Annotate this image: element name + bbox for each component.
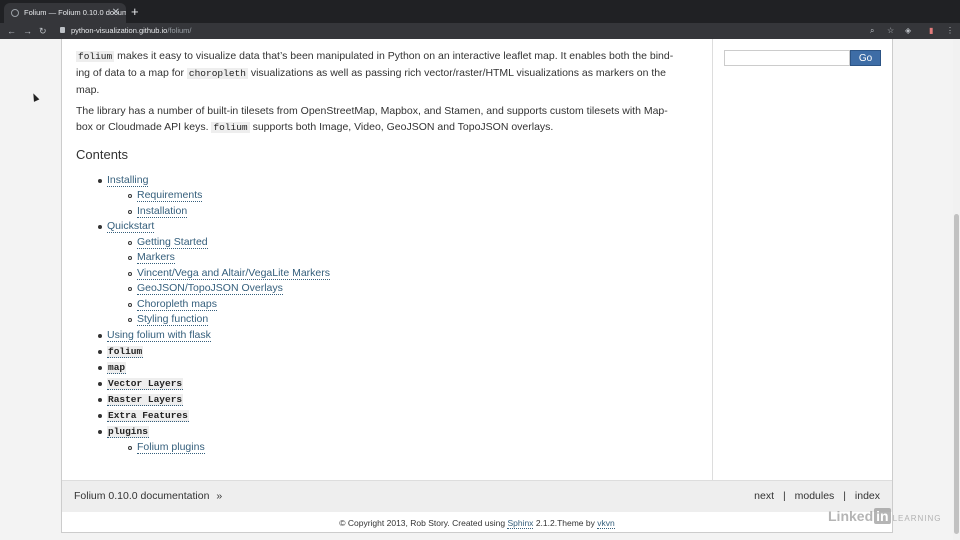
bullet-icon bbox=[98, 225, 102, 229]
intro-text: map. bbox=[76, 84, 100, 96]
url-host: python-visualization.github.io bbox=[71, 26, 168, 35]
breadcrumb-arrow: » bbox=[216, 490, 223, 502]
related-bar: Folium 0.10.0 documentation » next | mod… bbox=[62, 480, 892, 512]
page-footer: © Copyright 2013, Rob Story. Created usi… bbox=[61, 513, 893, 533]
new-tab-icon[interactable]: + bbox=[131, 3, 139, 21]
circle-bullet-icon bbox=[128, 210, 132, 214]
intro-text: The library has a number of built-in til… bbox=[76, 105, 668, 117]
mouse-cursor-icon bbox=[30, 92, 40, 102]
zoom-icon[interactable]: ⌕ bbox=[870, 23, 874, 39]
bullet-icon bbox=[98, 179, 102, 183]
intro-text: supports both Image, Video, GeoJSON and … bbox=[252, 121, 554, 133]
index-link[interactable]: index bbox=[855, 490, 880, 502]
extension-shield-icon[interactable]: ◈ bbox=[905, 23, 911, 39]
intro-paragraph-1: folium makes it easy to visualize data t… bbox=[76, 48, 676, 98]
toc-link[interactable]: GeoJSON/TopoJSON Overlays bbox=[137, 281, 283, 295]
go-button[interactable]: Go bbox=[850, 50, 881, 66]
sidebar-divider bbox=[712, 39, 713, 480]
circle-bullet-icon bbox=[128, 241, 132, 245]
document-page: Go folium makes it easy to visualize dat… bbox=[61, 39, 893, 520]
toc-link[interactable]: map bbox=[107, 360, 127, 375]
forward-icon[interactable]: → bbox=[23, 23, 32, 39]
reload-icon[interactable]: ↻ bbox=[39, 23, 47, 39]
close-icon[interactable]: ✕ bbox=[112, 3, 120, 23]
toc-link[interactable]: Choropleth maps bbox=[137, 297, 217, 311]
toc-link[interactable]: Extra Features bbox=[107, 408, 189, 423]
toc-link[interactable]: Vincent/Vega and Altair/VegaLite Markers bbox=[137, 266, 331, 280]
browser-toolbar: ← → ↻ python-visualization.github.io/fol… bbox=[0, 23, 960, 39]
circle-bullet-icon bbox=[128, 446, 132, 450]
toc-link[interactable]: Raster Layers bbox=[107, 392, 184, 407]
intro-text: visualizations as well as passing rich v… bbox=[250, 67, 666, 79]
bullet-icon bbox=[98, 430, 102, 434]
relbar-nav: next | modules | index bbox=[754, 490, 880, 502]
scroll-thumb[interactable] bbox=[954, 214, 959, 534]
scrollbar[interactable] bbox=[953, 39, 960, 540]
bullet-icon bbox=[98, 366, 102, 370]
bullet-icon bbox=[98, 350, 102, 354]
circle-bullet-icon bbox=[128, 287, 132, 291]
vkvn-link[interactable]: vkvn bbox=[597, 518, 615, 529]
circle-bullet-icon bbox=[128, 303, 132, 307]
footer-text: © Copyright 2013, Rob Story. Created usi… bbox=[339, 518, 506, 528]
modules-link[interactable]: modules bbox=[795, 490, 835, 502]
toc-link[interactable]: Using folium with flask bbox=[107, 328, 211, 342]
bullet-icon bbox=[98, 334, 102, 338]
intro-text: makes it easy to visualize data that’s b… bbox=[117, 50, 674, 62]
breadcrumb: Folium 0.10.0 documentation » bbox=[74, 490, 222, 502]
separator: | bbox=[782, 490, 786, 502]
circle-bullet-icon bbox=[128, 318, 132, 322]
separator: | bbox=[843, 490, 846, 502]
toc-link[interactable]: Folium plugins bbox=[137, 440, 205, 454]
page-viewport: Go folium makes it easy to visualize dat… bbox=[0, 39, 960, 540]
code-choropleth: choropleth bbox=[186, 68, 248, 79]
menu-kebab-icon[interactable]: ⋮ bbox=[946, 23, 954, 39]
extension-icon[interactable]: ▮ bbox=[929, 23, 933, 39]
toc-link[interactable]: folium bbox=[107, 344, 144, 359]
search-input[interactable] bbox=[724, 50, 850, 66]
lock-icon bbox=[60, 27, 65, 33]
contents-heading: Contents bbox=[76, 147, 129, 162]
bookmark-star-icon[interactable]: ☆ bbox=[887, 23, 894, 39]
back-icon[interactable]: ← bbox=[7, 23, 16, 39]
toc-link[interactable]: Requirements bbox=[137, 188, 203, 202]
code-folium: folium bbox=[211, 122, 250, 133]
circle-bullet-icon bbox=[128, 256, 132, 260]
intro-text: ing of data to a map for bbox=[76, 67, 184, 79]
code-folium: folium bbox=[76, 51, 115, 62]
browser-tab[interactable]: Folium — Folium 0.10.0 docum ✕ bbox=[4, 3, 126, 23]
address-bar[interactable]: python-visualization.github.io/folium/ bbox=[71, 23, 192, 39]
browser-tab-strip: Folium — Folium 0.10.0 docum ✕ + bbox=[0, 0, 960, 23]
linkedin-learning-watermark: Linked in LEARNING bbox=[828, 508, 942, 524]
intro-paragraph-2: The library has a number of built-in til… bbox=[76, 103, 676, 136]
circle-bullet-icon bbox=[128, 272, 132, 276]
toc-link[interactable]: Installation bbox=[137, 204, 188, 218]
bullet-icon bbox=[98, 382, 102, 386]
bullet-icon bbox=[98, 414, 102, 418]
next-link[interactable]: next bbox=[754, 490, 774, 502]
intro-text: box or Cloudmade API keys. bbox=[76, 121, 209, 133]
bullet-icon bbox=[98, 398, 102, 402]
toc-link[interactable]: plugins bbox=[107, 424, 149, 439]
toc-link[interactable]: Installing bbox=[107, 173, 149, 187]
url-path: /folium/ bbox=[167, 26, 192, 35]
doc-home-link[interactable]: Folium 0.10.0 documentation bbox=[74, 490, 209, 502]
sphinx-link[interactable]: Sphinx bbox=[507, 518, 534, 529]
toc-link[interactable]: Getting Started bbox=[137, 235, 208, 249]
toc-link[interactable]: Vector Layers bbox=[107, 376, 184, 391]
footer-text: 2.1.2.Theme by bbox=[535, 518, 595, 528]
toc-link[interactable]: Styling function bbox=[137, 312, 209, 326]
toc-link[interactable]: Quickstart bbox=[107, 219, 155, 233]
circle-bullet-icon bbox=[128, 194, 132, 198]
toc-link[interactable]: Markers bbox=[137, 250, 175, 264]
favicon-icon bbox=[11, 9, 19, 17]
